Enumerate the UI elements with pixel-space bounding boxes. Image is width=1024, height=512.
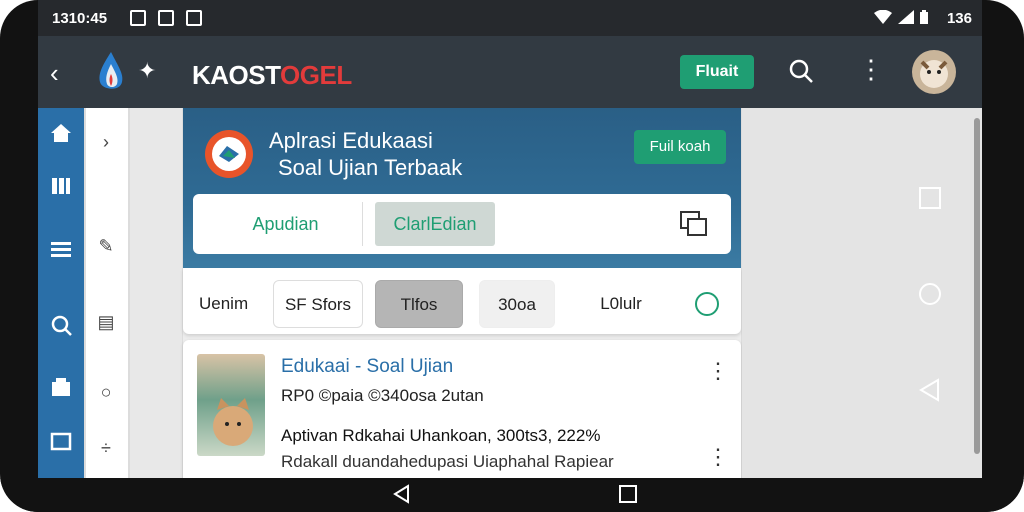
- thumbnail-image: [197, 354, 265, 456]
- chat-icon[interactable]: ○: [96, 382, 116, 402]
- folder-icon[interactable]: [50, 430, 72, 452]
- notification-icon: [130, 10, 146, 26]
- filter-chip[interactable]: SF Sfors: [273, 280, 363, 328]
- avatar[interactable]: [912, 50, 956, 94]
- back-icon[interactable]: ‹: [50, 58, 59, 89]
- notification-icon: [158, 10, 174, 26]
- nav-recents-icon[interactable]: [618, 484, 638, 504]
- shop-icon[interactable]: [50, 376, 72, 398]
- signal-icon: [898, 10, 914, 24]
- compass-logo-icon: [205, 130, 253, 178]
- nav-back-icon[interactable]: [392, 484, 412, 504]
- recents-square-icon[interactable]: [918, 186, 942, 210]
- search-icon[interactable]: [788, 58, 814, 84]
- status-bar: 1310:45 136: [38, 0, 982, 36]
- item-title[interactable]: Edukaai - Soal Ujian: [281, 356, 453, 378]
- back-triangle-icon[interactable]: [918, 378, 942, 402]
- hero-banner: Aplrasi Edukaasi Soal Ujian Terbaak Fuil…: [183, 108, 741, 268]
- cat-photo-icon: [213, 398, 253, 446]
- library-icon[interactable]: [50, 174, 72, 196]
- overflow-menu-icon[interactable]: ⋮: [858, 56, 884, 82]
- brand-name: KAOSTOGEL: [192, 60, 352, 90]
- filter-chip[interactable]: L0lulr: [583, 280, 659, 328]
- filter-chip[interactable]: 30oa: [479, 280, 555, 328]
- list-item[interactable]: Edukaai - Soal Ujian RP0 ©paia ©340osa 2…: [183, 340, 741, 478]
- filter-chip-selected[interactable]: Tlfos: [375, 280, 463, 328]
- wifi-icon: [874, 10, 892, 24]
- filter-bar: Uenim SF Sfors Tlfos 30oa L0lulr: [183, 268, 741, 334]
- app-bar: ‹ ✦ KAOSTOGEL Fluait ⋮: [38, 36, 982, 108]
- pin-icon[interactable]: ✎: [96, 236, 116, 256]
- hero-action-button[interactable]: Fuil koah: [634, 130, 726, 164]
- item-menu-icon[interactable]: ⋮: [707, 360, 729, 382]
- item-meta: RP0 ©paia ©340osa 2utan: [281, 386, 484, 405]
- chevron-right-icon[interactable]: ›: [96, 132, 116, 152]
- cat-avatar-icon: [920, 60, 948, 88]
- filter-label: Uenim: [199, 294, 249, 313]
- status-time: 1310:45: [52, 10, 108, 27]
- item-excerpt: Rdakall duandahedupasi Uiaphahal Rapiear: [281, 452, 614, 471]
- tab-clarledian[interactable]: ClarlEdian: [375, 202, 495, 246]
- home-icon[interactable]: [50, 122, 72, 144]
- hero-subtitle: Soal Ujian Terbaak: [278, 155, 463, 180]
- info-icon[interactable]: [695, 292, 719, 316]
- search-icon[interactable]: [50, 314, 72, 336]
- side-area: [742, 108, 982, 478]
- main-content: Aplrasi Edukaasi Soal Ujian Terbaak Fuil…: [183, 108, 741, 478]
- secondary-rail: › ✎ ▤ ○ ÷: [86, 108, 128, 478]
- battery-level: 136: [946, 10, 972, 27]
- hero-title: Aplrasi Edukaasi: [269, 128, 433, 153]
- document-icon[interactable]: ▤: [96, 312, 116, 332]
- tab-bar: Apudian ClarlEdian: [193, 194, 731, 254]
- item-menu-icon[interactable]: ⋮: [707, 446, 729, 468]
- menu-icon[interactable]: [50, 238, 72, 260]
- primary-action-button[interactable]: Fluait: [680, 55, 754, 89]
- flame-logo-icon: [99, 52, 123, 89]
- screen: 1310:45 136 ‹ ✦ KAOSTOGEL Fluait ⋮ › ✎ ▤…: [38, 0, 982, 478]
- home-circle-icon[interactable]: [918, 282, 942, 306]
- nav-rail: [38, 108, 84, 478]
- battery-icon: [920, 10, 928, 24]
- item-description: Aptivan Rdkahai Uhankoan, 300ts3, 222%: [281, 426, 601, 445]
- copy-window-icon[interactable]: [679, 210, 709, 238]
- system-nav-bar: [0, 478, 1024, 512]
- tab-apudian[interactable]: Apudian: [209, 202, 363, 246]
- sparkle-icon: ✦: [138, 58, 157, 83]
- gutter: [130, 108, 182, 478]
- sort-icon[interactable]: ÷: [96, 438, 116, 458]
- device-frame: 1310:45 136 ‹ ✦ KAOSTOGEL Fluait ⋮ › ✎ ▤…: [0, 0, 1024, 512]
- notification-icon: [186, 10, 202, 26]
- scrollbar[interactable]: [974, 118, 980, 454]
